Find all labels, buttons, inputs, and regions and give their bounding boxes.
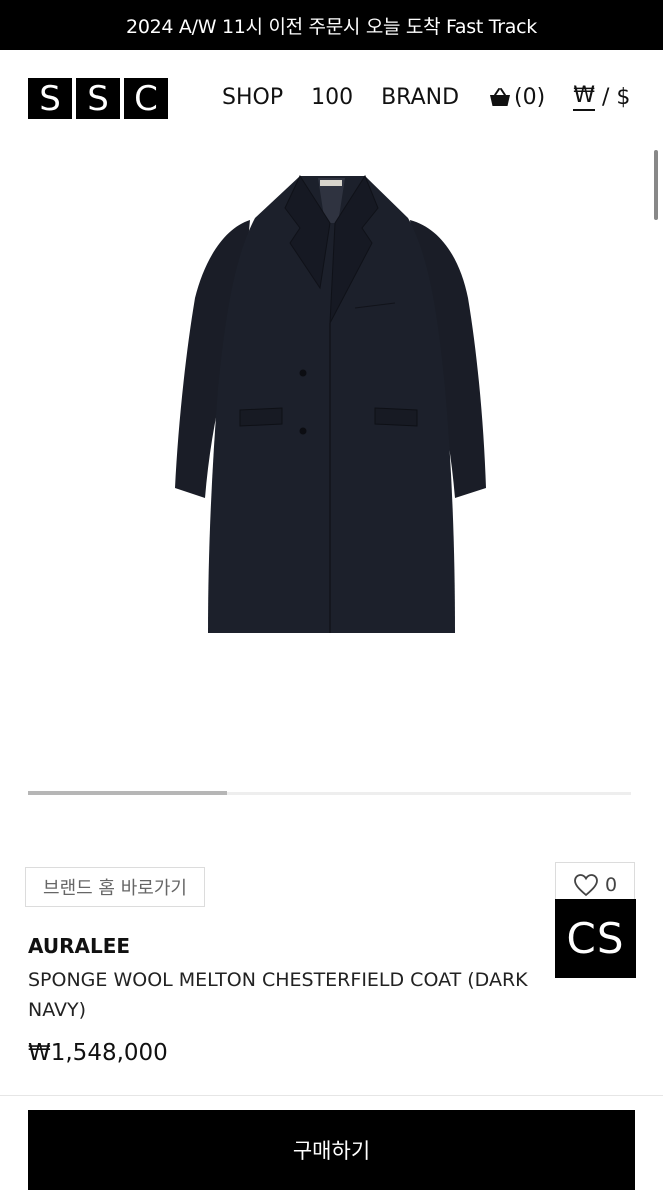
nav-shop[interactable]: SHOP	[222, 85, 283, 110]
announcement-text: 2024 A/W 11시 이전 주문시 오늘 도착 Fast Track	[126, 15, 537, 38]
currency-separator: /	[594, 84, 617, 110]
announcement-bar[interactable]: 2024 A/W 11시 이전 주문시 오늘 도착 Fast Track	[0, 0, 663, 50]
product-title-line1: SPONGE WOOL MELTON CHESTERFIELD COAT (DA…	[28, 969, 528, 991]
logo-letter-s1: S	[28, 78, 72, 119]
nav-brand[interactable]: BRAND	[381, 85, 459, 110]
currency-won[interactable]: ₩	[573, 83, 595, 111]
product-title-line2: NAVY)	[28, 999, 87, 1021]
heart-outline-icon	[574, 874, 598, 897]
coat-image	[175, 174, 486, 633]
divider	[0, 1095, 663, 1096]
product-image-gallery[interactable]	[0, 148, 663, 788]
cart-button[interactable]: (0)	[489, 85, 545, 110]
product-title: SPONGE WOOL MELTON CHESTERFIELD COAT (DA…	[28, 965, 608, 1025]
buy-button-label: 구매하기	[292, 1139, 371, 1163]
nav-100[interactable]: 100	[311, 85, 353, 110]
product-brand[interactable]: AURALEE	[28, 934, 130, 958]
brand-home-label: 브랜드 홈 바로가기	[43, 878, 187, 899]
cs-label: CS	[566, 914, 625, 963]
currency-dollar[interactable]: $	[616, 85, 630, 110]
product-page: 2024 A/W 11시 이전 주문시 오늘 도착 Fast Track S S…	[0, 0, 663, 1200]
product-price: ₩1,548,000	[28, 1040, 168, 1066]
currency-toggle[interactable]: ₩ / $	[573, 83, 630, 111]
logo-letter-s2: S	[76, 78, 120, 119]
like-count: 0	[604, 874, 618, 896]
cart-count: (0)	[514, 84, 546, 110]
ssc-logo[interactable]: S S C	[28, 78, 168, 119]
main-nav: SHOP 100 BRAND (0) ₩ / $	[222, 83, 630, 111]
shopping-basket-icon	[490, 88, 511, 106]
buy-button[interactable]: 구매하기	[28, 1110, 635, 1190]
brand-home-button[interactable]: 브랜드 홈 바로가기	[25, 867, 205, 907]
gallery-progress-fill	[28, 791, 227, 795]
site-header: S S C SHOP 100 BRAND (0) ₩ / $	[0, 50, 663, 148]
logo-letter-c: C	[124, 78, 168, 119]
